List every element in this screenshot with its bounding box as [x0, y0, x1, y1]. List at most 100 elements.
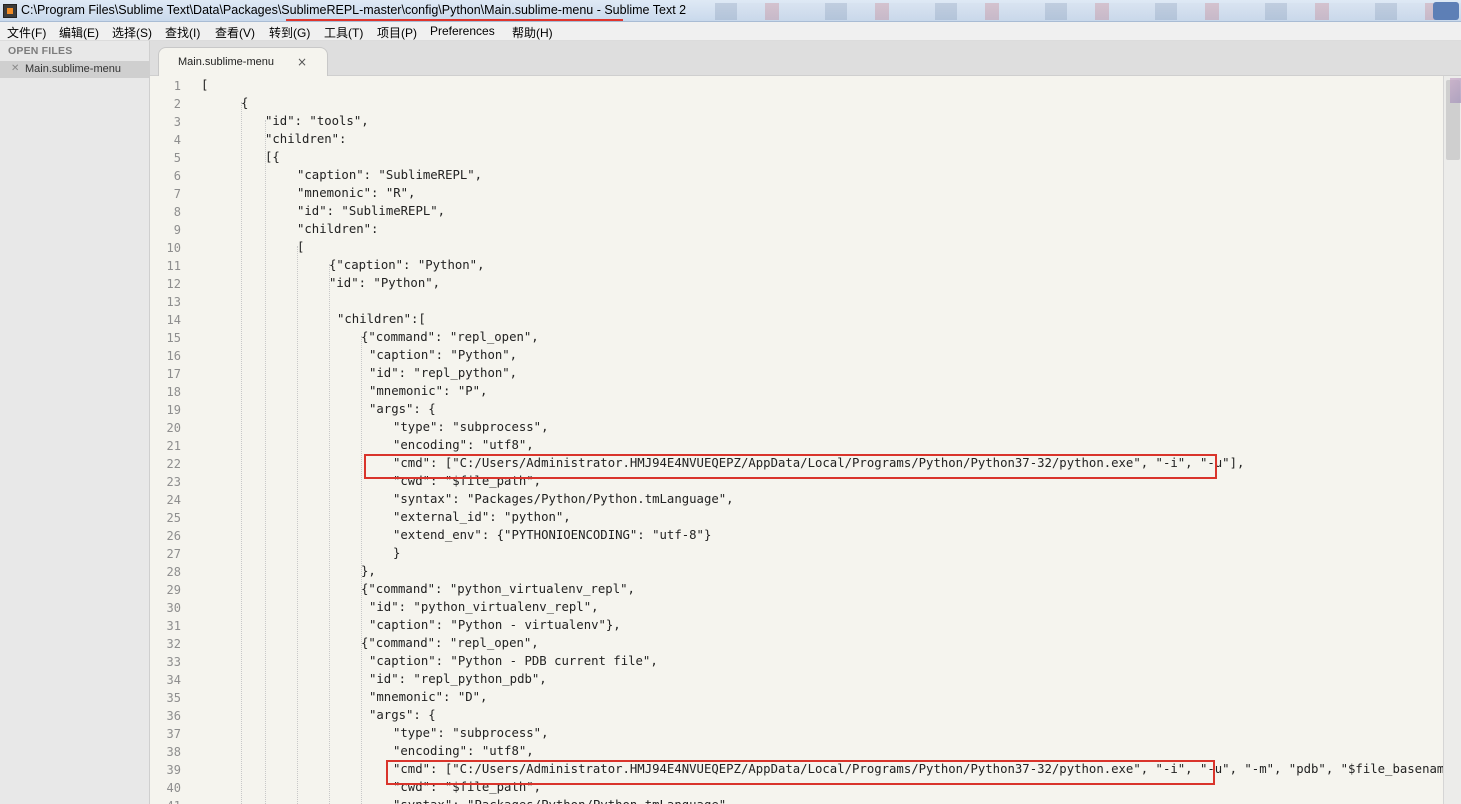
- code-line: [{: [265, 150, 280, 164]
- indent-guide: [265, 120, 266, 804]
- line-number: 24: [166, 493, 181, 507]
- line-number: 28: [166, 565, 181, 579]
- code-line: }: [393, 546, 401, 560]
- code-editor[interactable]: 1 2 3 4 5 6 7 8 9 10 11 12 13 14 15 16 17 18 19 20 21 22 23 24 2…: [150, 76, 1443, 804]
- line-number: 29: [166, 583, 181, 597]
- sidebar: OPEN FILES ✕ Main.sublime-menu: [0, 41, 150, 804]
- line-number: 34: [166, 673, 181, 687]
- menu-find[interactable]: 查找(I): [165, 24, 200, 41]
- code-line: "encoding": "utf8",: [393, 438, 534, 452]
- code-line: {"command": "python_virtualenv_repl",: [361, 582, 635, 596]
- line-number: 18: [166, 385, 181, 399]
- code-line: "cwd": "$file_path",: [393, 474, 542, 488]
- line-number: 11: [166, 259, 181, 273]
- sidebar-item-label: Main.sublime-menu: [25, 63, 121, 75]
- code-line: "syntax": "Packages/Python/Python.tmLang…: [393, 492, 734, 506]
- code-line: "type": "subprocess",: [393, 420, 549, 434]
- code-line: "mnemonic": "R",: [297, 186, 416, 200]
- line-number: 19: [166, 403, 181, 417]
- code-line: "type": "subprocess",: [393, 726, 549, 740]
- line-number: 9: [173, 223, 181, 237]
- menu-project[interactable]: 项目(P): [377, 24, 417, 41]
- code-line: "children":: [265, 132, 347, 146]
- code-line: "external_id": "python",: [393, 510, 571, 524]
- menu-file[interactable]: 文件(F): [7, 24, 46, 41]
- line-number: 14: [166, 313, 181, 327]
- close-icon[interactable]: ✕: [11, 63, 19, 74]
- code-line: {: [241, 96, 249, 110]
- line-number: 22: [166, 457, 181, 471]
- code-line: {"caption": "Python",: [329, 258, 485, 272]
- line-number: 15: [166, 331, 181, 345]
- line-number: 10: [166, 241, 181, 255]
- line-number: 26: [166, 529, 181, 543]
- line-number: 6: [173, 169, 181, 183]
- code-line: [: [201, 78, 209, 92]
- line-number: 35: [166, 691, 181, 705]
- line-number: 27: [166, 547, 181, 561]
- code-line: "syntax": "Packages/Python/Python.tmLang…: [393, 798, 734, 804]
- menu-bar: 文件(F) 编辑(E) 选择(S) 查找(I) 查看(V) 转到(G) 工具(T…: [0, 22, 1461, 41]
- code-line: "args": {: [369, 402, 436, 416]
- code-line: "mnemonic": "P",: [369, 384, 488, 398]
- menu-goto[interactable]: 转到(G): [269, 24, 310, 41]
- indent-guide: [329, 264, 330, 804]
- titlebar-background-windows: [715, 3, 1461, 20]
- menu-help[interactable]: 帮助(H): [512, 24, 553, 41]
- code-line: "id": "Python",: [329, 276, 441, 290]
- line-number: 39: [166, 763, 181, 777]
- line-number: 1: [173, 79, 181, 93]
- line-number: 30: [166, 601, 181, 615]
- line-number: 12: [166, 277, 181, 291]
- code-line: "children":: [297, 222, 379, 236]
- line-number: 2: [173, 97, 181, 111]
- code-line: "cmd": ["C:/Users/Administrator.HMJ94E4N…: [393, 762, 1443, 776]
- line-number: 21: [166, 439, 181, 453]
- line-number: 20: [166, 421, 181, 435]
- sidebar-item-main-sublime-menu[interactable]: ✕ Main.sublime-menu: [0, 61, 149, 78]
- code-line: "caption": "SublimeREPL",: [297, 168, 483, 182]
- code-line: "cmd": ["C:/Users/Administrator.HMJ94E4N…: [393, 456, 1245, 470]
- window-title: C:\Program Files\Sublime Text\Data\Packa…: [21, 3, 687, 17]
- title-highlight-underline: [286, 19, 623, 21]
- line-number: 5: [173, 151, 181, 165]
- code-line: "id": "python_virtualenv_repl",: [369, 600, 599, 614]
- code-line: "encoding": "utf8",: [393, 744, 534, 758]
- code-line: "children":[: [337, 312, 426, 326]
- line-number: 25: [166, 511, 181, 525]
- tab-bar: Main.sublime-menu ×: [150, 41, 1461, 77]
- line-number: 8: [173, 205, 181, 219]
- minimap[interactable]: [1443, 76, 1461, 804]
- code-line: {"command": "repl_open",: [361, 636, 539, 650]
- line-number: 37: [166, 727, 181, 741]
- code-line: },: [361, 564, 376, 578]
- line-number: 13: [166, 295, 181, 309]
- line-number: 4: [173, 133, 181, 147]
- code-line: "id": "repl_python",: [369, 366, 518, 380]
- minimap-preview: [1450, 78, 1461, 103]
- line-number: 17: [166, 367, 181, 381]
- menu-view[interactable]: 查看(V): [215, 24, 255, 41]
- code-line: "id": "tools",: [265, 114, 369, 128]
- menu-selection[interactable]: 选择(S): [112, 24, 152, 41]
- line-number: 36: [166, 709, 181, 723]
- line-number: 16: [166, 349, 181, 363]
- window-close-button[interactable]: [1433, 2, 1459, 20]
- close-icon[interactable]: ×: [297, 55, 307, 69]
- menu-edit[interactable]: 编辑(E): [59, 24, 99, 41]
- code-line: [: [297, 240, 305, 254]
- tab-label: Main.sublime-menu: [178, 56, 274, 68]
- code-line: "extend_env": {"PYTHONIOENCODING": "utf-…: [393, 528, 712, 542]
- line-number: 32: [166, 637, 181, 651]
- line-number: 7: [173, 187, 181, 201]
- menu-preferences[interactable]: Preferences: [430, 24, 495, 38]
- menu-tools[interactable]: 工具(T): [324, 24, 363, 41]
- line-number: 40: [166, 781, 181, 795]
- code-line: "id": "repl_python_pdb",: [369, 672, 547, 686]
- line-number: 31: [166, 619, 181, 633]
- code-line: "caption": "Python",: [369, 348, 518, 362]
- indent-guide: [297, 246, 298, 804]
- open-files-header: OPEN FILES: [8, 45, 73, 57]
- code-line: {"command": "repl_open",: [361, 330, 539, 344]
- tab-main-sublime-menu[interactable]: Main.sublime-menu ×: [158, 47, 328, 77]
